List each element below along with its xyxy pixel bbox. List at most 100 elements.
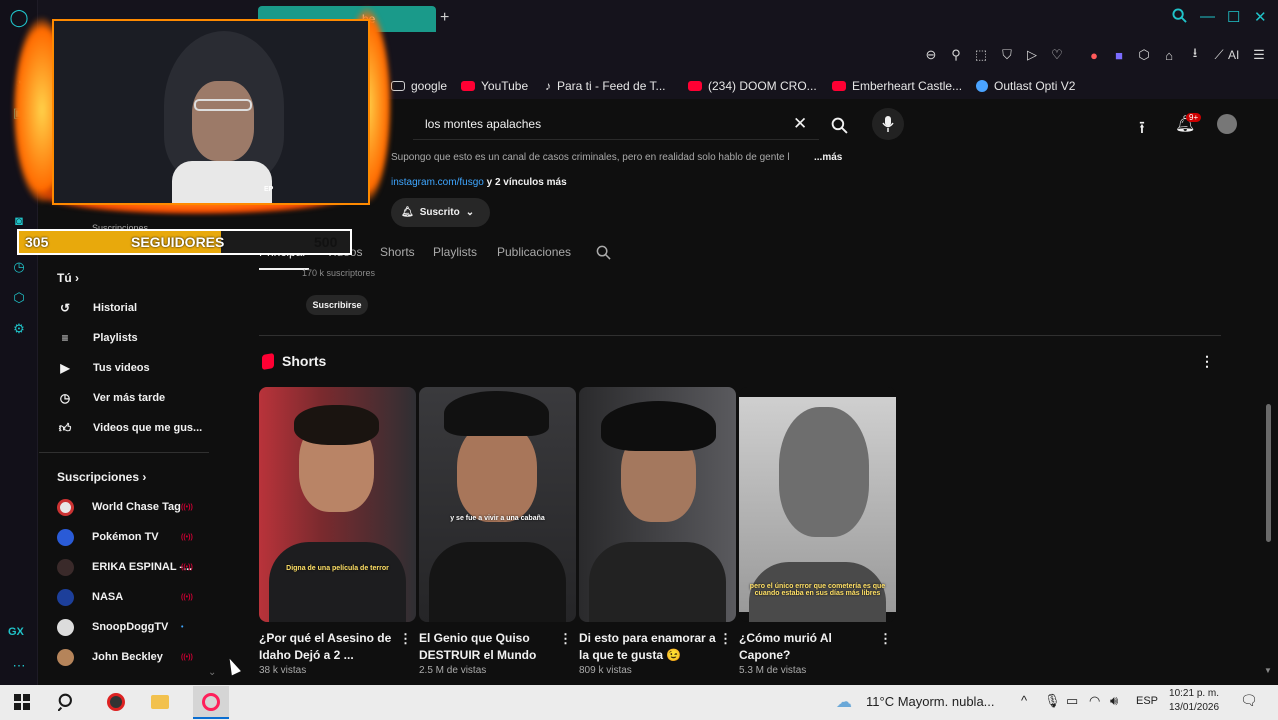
bookmark-google[interactable]: google [391, 79, 447, 93]
volume-icon[interactable]: 🔊︎ [1110, 693, 1118, 709]
snapshot-icon[interactable]: ⬚ [972, 46, 990, 64]
sidebar-item-label: Playlists [93, 332, 138, 344]
new-tab-button[interactable]: + [440, 9, 449, 27]
search-icon[interactable] [1172, 8, 1187, 27]
avatar[interactable] [1217, 114, 1237, 134]
short-title[interactable]: ¿Por qué el Asesino de Idaho Dejó a 2 ..… [259, 630, 399, 664]
vpn-icon[interactable]: ⌂ [1160, 46, 1178, 64]
search-taskbar-icon[interactable] [54, 690, 80, 714]
voice-search-button[interactable] [872, 108, 904, 140]
extensions-rail-icon[interactable]: ⬡ [9, 288, 29, 308]
settings-rail-icon[interactable]: ⚙ [9, 319, 29, 339]
you-heading[interactable]: Tú › [57, 271, 79, 285]
sidebar-item-your-videos[interactable]: ▶ Tus videos [57, 356, 207, 380]
subscription-item[interactable]: ERIKA ESPINAL -... ((•)) [57, 555, 197, 579]
microphone-tray-icon[interactable]: 🎙︎ [1044, 693, 1061, 709]
close-icon[interactable]: ✕ [1254, 8, 1267, 26]
weather-text[interactable]: 11°C Mayorm. nubla... [866, 694, 995, 709]
search-button[interactable] [819, 110, 859, 140]
short-card[interactable]: y se fue a vivir a una cabaña El Genio q… [419, 387, 576, 676]
tab-shorts[interactable]: Shorts [380, 245, 415, 259]
subscription-item[interactable]: John Beckley ((•)) [57, 645, 197, 669]
tab-publicaciones[interactable]: Publicaciones [497, 245, 571, 259]
tray-chevron-icon[interactable]: ^ [1021, 693, 1027, 708]
extension-2-icon[interactable]: ■ [1110, 46, 1128, 64]
short-thumbnail[interactable] [579, 387, 736, 622]
windows-start-icon[interactable] [9, 690, 35, 714]
shorts-more-icon[interactable]: ⋮ [1200, 353, 1214, 370]
language-indicator[interactable]: ESP [1136, 695, 1158, 707]
download-icon[interactable]: ⭳ [1186, 45, 1204, 64]
tab-playlists[interactable]: Playlists [433, 245, 477, 259]
short-thumbnail[interactable]: Digna de una película de terror [259, 387, 416, 622]
sidebar-item-liked[interactable]: 👍︎ Videos que me gus... [57, 416, 207, 440]
heart-icon[interactable]: ♡ [1048, 46, 1066, 64]
sidebar-item-watch-later[interactable]: ◷ Ver más tarde [57, 386, 207, 410]
sidebar-item-historial[interactable]: ↺ Historial [57, 296, 207, 320]
puzzle-icon[interactable]: ⬡ [1135, 46, 1153, 64]
subscriptions-heading[interactable]: Suscripciones › [57, 470, 146, 484]
gx-label[interactable]: GX [8, 626, 24, 638]
short-title[interactable]: ¿Cómo murió Al Capone? [739, 630, 879, 664]
bookmark-doom[interactable]: (234) DOOM CRO... [688, 79, 817, 93]
bookmark-outlast[interactable]: Outlast Opti V2 [976, 79, 1075, 93]
notification-center-icon[interactable]: 🗨︎ [1240, 692, 1258, 709]
wifi-icon[interactable]: ◠ [1089, 693, 1100, 709]
taskbar-clock[interactable]: 10:21 p. m. 13/01/2026 [1169, 687, 1219, 715]
description-more-link[interactable]: ...más [814, 152, 842, 163]
subscribe-button[interactable]: Suscribirse [306, 295, 368, 315]
short-more-icon[interactable]: ⋮ [399, 631, 412, 647]
battery-icon[interactable]: ▭ [1066, 693, 1078, 709]
minimize-icon[interactable]: — [1200, 8, 1215, 25]
scroll-down-arrow-icon[interactable]: ▼ [1264, 666, 1272, 675]
more-rail-icon[interactable]: ⋯ [9, 656, 29, 676]
search-icon [831, 117, 848, 134]
folder-icon [391, 81, 405, 91]
avatar [57, 528, 74, 546]
page-scrollbar[interactable] [1266, 404, 1271, 542]
bookmark-label: Outlast Opti V2 [994, 79, 1076, 93]
file-explorer-icon[interactable] [147, 690, 173, 714]
history-rail-icon[interactable]: ◷ [9, 257, 29, 277]
opera-gx-taskbar-icon[interactable] [198, 690, 224, 714]
shield-icon[interactable]: ⛉ [998, 46, 1016, 64]
short-card[interactable]: Digna de una película de terror ¿Por qué… [259, 387, 416, 676]
subscribed-button[interactable]: 🔔︎ Suscrito ⌄ [391, 198, 490, 227]
short-more-icon[interactable]: ⋮ [879, 631, 892, 647]
maximize-icon[interactable]: ☐ [1227, 8, 1240, 26]
sidebar-item-playlists[interactable]: ≡ Playlists [57, 326, 207, 350]
subscription-label: World Chase Tag [92, 501, 181, 513]
subscription-item[interactable]: Pokémon TV ((•)) [57, 525, 197, 549]
short-card[interactable]: Di esto para enamorar a la que te gusta … [579, 387, 736, 676]
subscription-item[interactable]: World Chase Tag ((•)) [57, 495, 197, 519]
ai-label[interactable]: AI [1228, 48, 1239, 62]
person-head [457, 422, 537, 522]
subscription-label: ERIKA ESPINAL -... [92, 561, 193, 573]
zoom-icon[interactable]: ⊖ [922, 46, 940, 64]
instagram-link[interactable]: instagram.com/fusgo [391, 177, 484, 188]
aria-icon[interactable]: ⟋ [1210, 46, 1228, 64]
short-more-icon[interactable]: ⋮ [719, 631, 732, 647]
bookmark-emberheart[interactable]: Emberheart Castle... [832, 79, 962, 93]
short-thumbnail[interactable]: pero el único error que cometería es que… [739, 387, 896, 622]
short-title[interactable]: Di esto para enamorar a la que te gusta … [579, 630, 719, 664]
avatar [57, 498, 74, 516]
channel-search-icon[interactable] [596, 245, 611, 265]
menu-icon[interactable]: ☰ [1250, 46, 1268, 64]
pin-icon[interactable]: ⚲ [947, 46, 965, 64]
bookmark-tiktok[interactable]: ♪ Para ti - Feed de T... [545, 79, 666, 93]
short-title[interactable]: El Genio que Quiso DESTRUIR el Mundo [419, 630, 559, 664]
short-card[interactable]: pero el único error que cometería es que… [739, 387, 896, 676]
play-icon[interactable]: ▷ [1023, 46, 1041, 64]
short-thumbnail[interactable]: y se fue a vivir a una cabaña [419, 387, 576, 622]
bookmark-youtube[interactable]: YouTube [461, 79, 528, 93]
short-more-icon[interactable]: ⋮ [559, 631, 572, 647]
upload-icon[interactable]: ⭱ [1139, 115, 1145, 144]
subscription-item[interactable]: NASA ((•)) [57, 585, 197, 609]
clear-search-icon[interactable]: ✕ [793, 114, 807, 134]
extension-icon[interactable]: ● [1085, 46, 1103, 64]
more-links[interactable]: y 2 vínculos más [484, 177, 567, 188]
subscription-item[interactable]: SnoopDoggTV • [57, 615, 197, 639]
game-app-icon[interactable] [103, 690, 129, 714]
sidebar-scroll-down-icon[interactable]: ⌄ [208, 667, 216, 678]
